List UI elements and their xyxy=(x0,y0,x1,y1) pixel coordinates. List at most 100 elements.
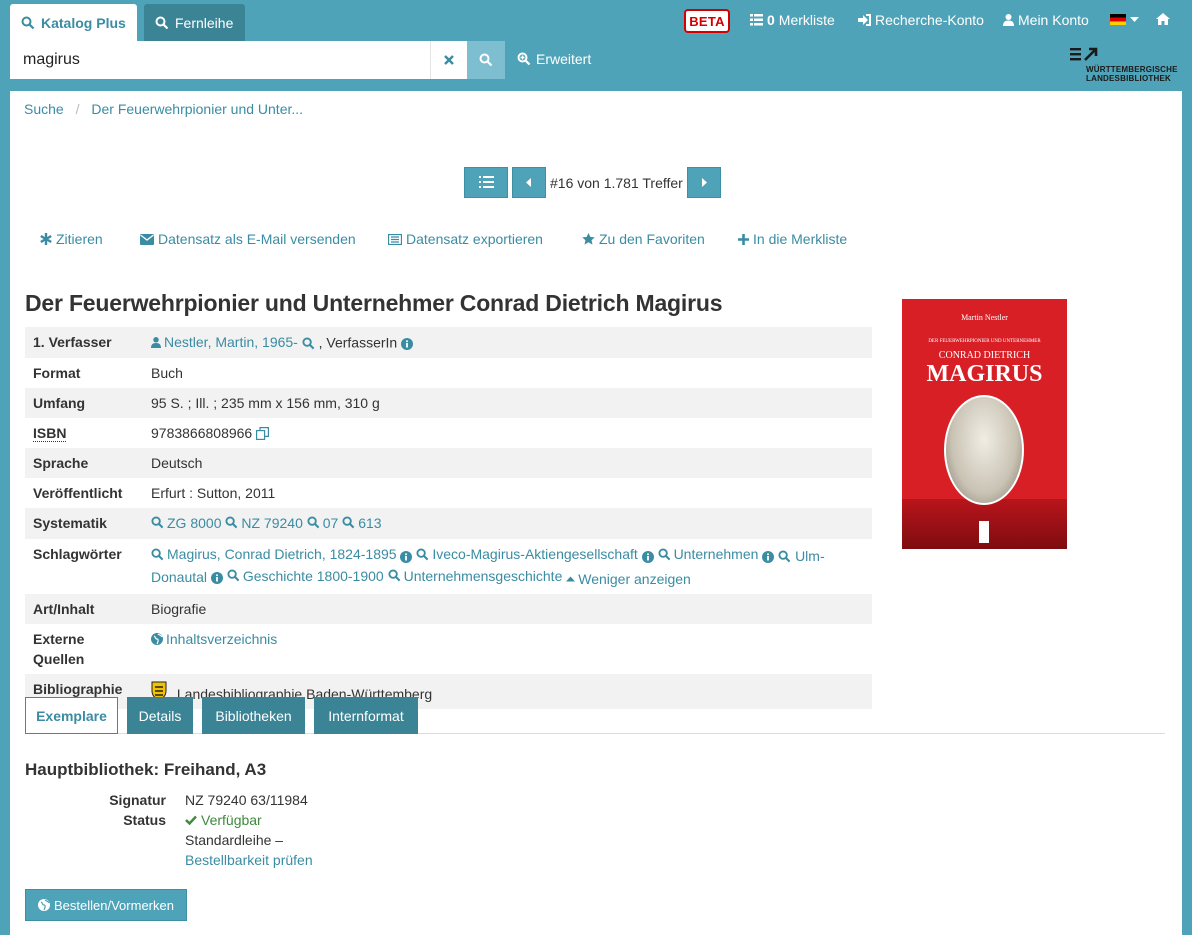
toc-link[interactable]: Inhaltsverzeichnis xyxy=(151,629,277,649)
subject-item: Geschichte 1800-1900 xyxy=(242,567,384,584)
book-cover[interactable]: Martin Nestler DER FEUERWEHRPIONIER UND … xyxy=(902,299,1067,549)
watchlist-count: 0 xyxy=(767,12,775,28)
show-less-link[interactable]: Weniger anzeigen xyxy=(566,569,691,589)
toc-label: Inhaltsverzeichnis xyxy=(166,631,278,647)
breadcrumb-current[interactable]: Der Feuerwehrpionier und Unter... xyxy=(91,101,303,117)
info-icon[interactable] xyxy=(401,337,414,350)
result-pager: #16 von 1.781 Treffer xyxy=(464,167,721,198)
envelope-icon xyxy=(140,233,154,245)
search-input[interactable] xyxy=(10,41,430,79)
content-label: Art/Inhalt xyxy=(25,594,143,624)
research-account-link[interactable]: Recherche-Konto xyxy=(858,12,984,28)
external-label-line1: Externe xyxy=(33,631,85,647)
check-icon xyxy=(185,815,197,825)
extent-value: 95 S. ; Ill. ; 235 mm x 156 mm, 310 g xyxy=(143,387,872,418)
extent-label: Umfang xyxy=(25,387,143,418)
holding-location: Hauptbibliothek: Freihand, A3 xyxy=(25,760,267,779)
subject-link[interactable]: Unternehmen xyxy=(658,544,758,564)
advanced-search-label: Erweitert xyxy=(536,51,592,67)
classification-link[interactable]: NZ 79240 xyxy=(225,513,303,533)
search-icon xyxy=(227,569,240,582)
advanced-search-link[interactable]: Erweitert xyxy=(517,51,591,67)
subject-item: Iveco-Magirus-Aktiengesellschaft xyxy=(432,546,638,562)
subject-link[interactable]: Unternehmensgeschichte xyxy=(388,566,562,586)
subject-link[interactable]: Geschichte 1800-1900 xyxy=(227,566,384,586)
info-icon[interactable] xyxy=(762,550,775,563)
search-submit-button[interactable] xyxy=(467,41,505,79)
record-actions: Zitieren Datensatz als E-Mail versenden … xyxy=(40,231,847,247)
add-watchlist-link[interactable]: In die Merkliste xyxy=(738,231,847,247)
tab-fernleihe[interactable]: Fernleihe xyxy=(144,4,245,41)
cover-name: CONRAD DIETRICH xyxy=(938,350,1031,361)
add-favorites-link[interactable]: Zu den Favoriten xyxy=(582,231,738,247)
search-icon xyxy=(307,516,320,529)
format-label: Format xyxy=(33,364,81,381)
table-row: Umfang 95 S. ; Ill. ; 235 mm x 156 mm, 3… xyxy=(25,387,872,418)
tab-internformat[interactable]: Internformat xyxy=(314,697,418,734)
tab-katalog-plus[interactable]: Katalog Plus xyxy=(10,4,137,41)
home-link[interactable] xyxy=(1156,13,1170,25)
table-row: Externe Quellen Inhaltsverzeichnis xyxy=(25,624,872,674)
table-row: Sprache Deutsch xyxy=(25,447,872,478)
record-details-table: 1. Verfasser Nestler, Martin, 1965- , Ve… xyxy=(25,327,872,709)
author-link[interactable]: Nestler, Martin, 1965- xyxy=(151,332,298,352)
classification-link[interactable]: ZG 8000 xyxy=(151,513,221,533)
table-row: Art/Inhalt Biografie xyxy=(25,594,872,624)
classification-item: 613 xyxy=(358,514,382,531)
clear-search-button[interactable] xyxy=(430,41,467,79)
tab-exemplare[interactable]: Exemplare xyxy=(25,697,118,734)
classification-label: Systematik xyxy=(25,507,143,539)
list-ol-icon xyxy=(478,176,494,189)
search-icon[interactable] xyxy=(302,336,315,350)
table-row: 1. Verfasser Nestler, Martin, 1965- , Ve… xyxy=(25,327,872,358)
cover-surname: MAGIRUS xyxy=(926,361,1043,387)
previous-record-button[interactable] xyxy=(512,167,546,198)
classification-link[interactable]: 07 xyxy=(307,513,338,533)
search-icon xyxy=(151,516,164,529)
next-record-button[interactable] xyxy=(686,167,721,198)
tab-bibliotheken[interactable]: Bibliotheken xyxy=(202,697,305,734)
chevron-left-icon xyxy=(526,178,532,187)
asterisk-icon xyxy=(40,233,52,245)
back-to-list-button[interactable] xyxy=(464,167,508,198)
copy-icon[interactable] xyxy=(256,426,270,440)
search-icon xyxy=(342,516,355,529)
search-icon xyxy=(778,549,791,563)
publisher-logo-icon xyxy=(979,521,989,543)
my-account-link[interactable]: Mein Konto xyxy=(1003,12,1089,28)
tab-details[interactable]: Details xyxy=(127,697,193,734)
info-icon[interactable] xyxy=(641,550,654,563)
wlb-logo[interactable]: WÜRTTEMBERGISCHE LANDESBIBLIOTHEK xyxy=(1070,47,1182,83)
subject-link[interactable]: Magirus, Conrad Dietrich, 1824-1895 xyxy=(151,544,397,564)
order-reserve-button[interactable]: Bestellen/Vormerken xyxy=(25,889,187,921)
info-icon[interactable] xyxy=(400,550,413,563)
record-title: Der Feuerwehrpionier und Unternehmer Con… xyxy=(25,290,723,316)
classification-link[interactable]: 613 xyxy=(342,513,382,533)
subject-item: Magirus, Conrad Dietrich, 1824-1895 xyxy=(167,546,397,562)
cite-link[interactable]: Zitieren xyxy=(40,231,140,247)
globe-icon xyxy=(38,899,51,911)
export-record-link[interactable]: Datensatz exportieren xyxy=(388,231,582,247)
sign-in-icon xyxy=(858,14,871,26)
email-record-link[interactable]: Datensatz als E-Mail versenden xyxy=(140,231,388,247)
check-orderability-link[interactable]: Bestellbarkeit prüfen xyxy=(185,852,313,868)
search-icon xyxy=(225,516,238,529)
author-role: , VerfasserIn xyxy=(318,334,398,351)
search-plus-icon xyxy=(517,52,531,66)
signature-label: Signatur xyxy=(109,792,166,808)
breadcrumb: Suche / Der Feuerwehrpionier und Unter..… xyxy=(24,101,303,117)
info-icon[interactable] xyxy=(210,572,223,584)
tab-fernleihe-label: Fernleihe xyxy=(175,14,234,31)
author-label: 1. Verfasser xyxy=(25,327,143,358)
search-bar: Erweitert WÜRTTEMBERGISCHE LANDESBIBLIOT… xyxy=(0,41,1192,91)
order-reserve-label: Bestellen/Vormerken xyxy=(54,897,174,913)
language-selector[interactable] xyxy=(1110,14,1139,25)
breadcrumb-search[interactable]: Suche xyxy=(24,101,64,117)
pager-position: #16 von 1.781 Treffer xyxy=(550,174,683,191)
watchlist-link[interactable]: 0 Merkliste xyxy=(750,12,835,28)
subject-link[interactable]: Iveco-Magirus-Aktiengesellschaft xyxy=(416,544,638,564)
email-record-label: Datensatz als E-Mail versenden xyxy=(158,231,356,247)
cite-label: Zitieren xyxy=(56,231,103,247)
status-label: Status xyxy=(123,812,166,828)
status-value: Verfügbar xyxy=(201,812,262,828)
